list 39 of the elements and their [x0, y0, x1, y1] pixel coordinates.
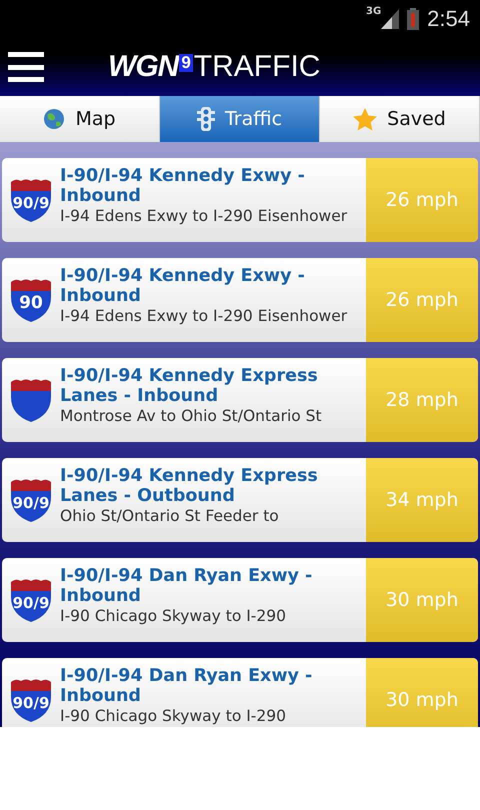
route-card[interactable]: 90/9 I-90/I-94 Kennedy Exwy - Inbound I-94 Edens Exwy to I-290 Eisenhower 26 mph: [2, 158, 478, 242]
route-description: I-94 Edens Exwy to I-290 Eisenhower: [60, 206, 348, 226]
network-type: 3G: [366, 6, 382, 17]
tab[interactable]: Map: [0, 96, 160, 142]
route-description: Montrose Av to Ohio St/Ontario St: [60, 406, 323, 426]
battery-icon: [407, 8, 420, 30]
interstate-shield-icon: [8, 378, 54, 422]
speed-value: 26 mph: [366, 258, 478, 342]
route-title: I-90/I-94 Kennedy Exwy - Inbound: [60, 266, 306, 306]
menu-button[interactable]: [8, 52, 44, 82]
logo-brand: WGN: [108, 50, 178, 84]
route-title: I-90/I-94 Dan Ryan Exwy - Inbound: [60, 666, 314, 706]
route-description: I-90 Chicago Skyway to I-290: [60, 706, 287, 726]
tab[interactable]: Saved: [320, 96, 480, 142]
clock-time: 2:54: [427, 6, 470, 32]
speed-value: 26 mph: [366, 158, 478, 242]
route-title: I-90/I-94 Kennedy Exwy - Inbound: [60, 166, 306, 206]
tab[interactable]: Traffic: [160, 96, 320, 142]
route-title: I-90/I-94 Kennedy Express Lanes - Inbound: [60, 366, 319, 406]
route-card[interactable]: 90/9 I-90/I-94 Dan Ryan Exwy - Inbound I-90 Chicago Skyway to I-290 30 mph: [2, 558, 478, 642]
route-card[interactable]: 90 I-90/I-94 Kennedy Exwy - Inbound I-94 Edens Exwy to I-290 Eisenhower 26 mph: [2, 258, 478, 342]
logo-channel: 9: [179, 54, 193, 72]
route-card[interactable]: 90/9 I-90/I-94 Kennedy Express Lanes - Outbound Ohio St/Ontario St Feeder to 34 mph: [2, 458, 478, 542]
route-description: I-90 Chicago Skyway to I-290: [60, 606, 287, 626]
speed-value: 30 mph: [366, 658, 478, 727]
route-card[interactable]: 90/9 I-90/I-94 Dan Ryan Exwy - Inbound I-90 Chicago Skyway to I-290 30 mph: [2, 658, 478, 727]
route-description: Ohio St/Ontario St Feeder to: [60, 506, 280, 526]
speed-value: 30 mph: [366, 558, 478, 642]
route-title: I-90/I-94 Kennedy Express Lanes - Outbound: [60, 466, 319, 506]
route-title: I-90/I-94 Dan Ryan Exwy - Inbound: [60, 566, 314, 606]
route-description: I-94 Edens Exwy to I-290 Eisenhower: [60, 306, 348, 326]
globe-icon: [43, 108, 66, 130]
logo-product: TRAFFIC: [194, 50, 320, 84]
traffic-light-icon: [196, 107, 215, 131]
speed-value: 28 mph: [366, 358, 478, 442]
route-card[interactable]: I-90/I-94 Kennedy Express Lanes - Inbound Montrose Av to Ohio St/Ontario St 28 mph: [2, 358, 478, 442]
speed-value: 34 mph: [366, 458, 478, 542]
signal-icon: [381, 9, 400, 29]
star-icon: [353, 108, 378, 130]
